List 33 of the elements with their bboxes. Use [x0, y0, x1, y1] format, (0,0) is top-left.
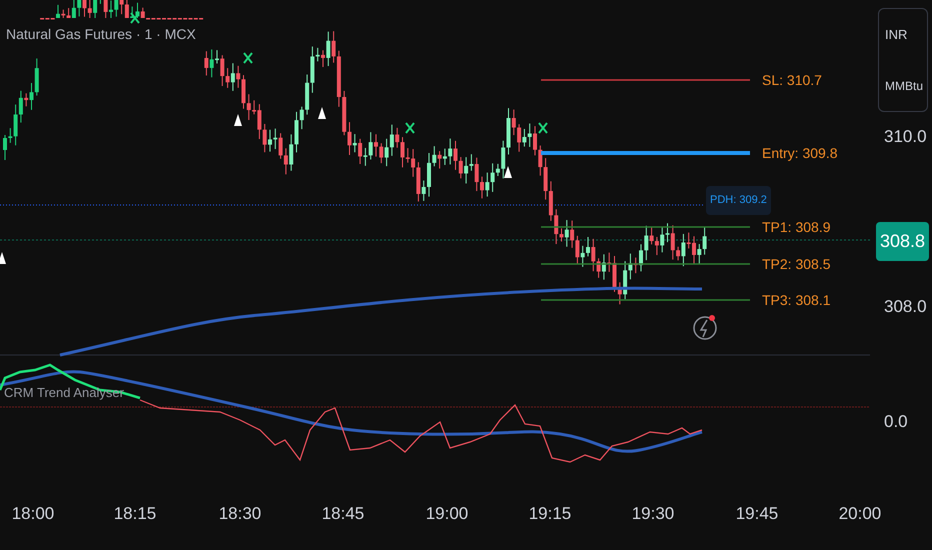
unit-label: MMBtu — [885, 78, 921, 95]
time-label: 18:30 — [218, 503, 262, 525]
level-label: SL: 310.7 — [762, 72, 822, 88]
cross-marker-icon — [538, 122, 548, 134]
triangle-marker-icon — [0, 252, 6, 264]
time-label: 18:15 — [112, 503, 158, 525]
price-tick: 310.0 — [884, 126, 927, 148]
price-tick: 308.0 — [884, 296, 927, 318]
level-label: TP3: 308.1 — [762, 292, 830, 308]
time-label: 19:30 — [630, 503, 676, 525]
time-label: 18:00 — [10, 503, 56, 525]
cross-marker-icon — [243, 52, 253, 64]
triangle-marker-icon — [318, 107, 326, 119]
unit-box[interactable]: INR MMBtu — [878, 8, 928, 112]
time-label: 19:00 — [424, 503, 470, 525]
time-label: 19:45 — [734, 503, 780, 525]
time-label: 18:45 — [320, 503, 366, 525]
cross-marker-icon — [405, 122, 415, 134]
triangle-marker-icon — [234, 114, 242, 126]
level-label: TP1: 308.9 — [762, 219, 830, 235]
previous-high-tag: PDH: 309.2 — [706, 186, 771, 214]
time-label: 20:00 — [838, 503, 882, 525]
indicator-tick: 0.0 — [884, 411, 908, 433]
time-label: 19:15 — [528, 503, 572, 525]
level-label: TP2: 308.5 — [762, 256, 830, 272]
current-price-tag: 308.8 — [876, 222, 930, 261]
chart-legend: Natural Gas Futures · 1 · MCX — [6, 24, 196, 45]
currency-label: INR — [885, 26, 908, 44]
triangle-marker-icon — [504, 166, 512, 178]
cross-marker-icon — [130, 12, 140, 24]
indicator-name: CRM Trend Analyser — [4, 384, 124, 402]
lightning-icon — [693, 315, 717, 340]
level-label: Entry: 309.8 — [762, 145, 838, 161]
